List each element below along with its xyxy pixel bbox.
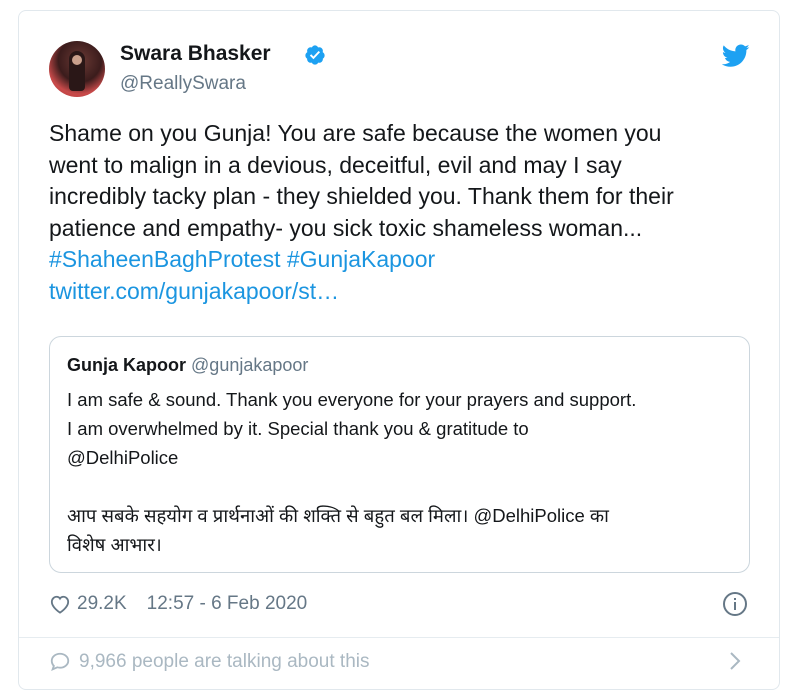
quoted-text-line: I am overwhelmed by it. Special thank yo… [67,418,529,439]
footer-divider [19,637,779,638]
tweet-meta: 29.2K 12:57 - 6 Feb 2020 [49,591,307,617]
tweet-text: Shame on you Gunja! You are safe because… [49,118,759,307]
author-avatar[interactable] [49,41,105,97]
hashtag-links[interactable]: #ShaheenBaghProtest #GunjaKapoor [49,244,759,276]
heart-icon[interactable] [49,594,71,614]
tweet-text-line: incredibly tacky plan - they shielded yo… [49,183,674,209]
like-count[interactable]: 29.2K [77,593,127,615]
twitter-bird-icon[interactable] [722,44,750,68]
avatar-face [72,55,82,65]
quoted-tweet-header: Gunja Kapoor @gunjakapoor [67,355,308,376]
tweet-url-link[interactable]: twitter.com/gunjakapoor/st… [49,276,759,308]
author-handle[interactable]: @ReallySwara [120,73,246,95]
quoted-tweet-text: I am safe & sound. Thank you everyone fo… [67,385,747,559]
tweet-text-line: went to malign in a devious, deceitful, … [49,151,622,178]
quoted-hindi-line: विशेष आभार। [67,534,162,555]
reply-bubble-icon [50,652,70,671]
quoted-author-handle: @gunjakapoor [191,355,309,375]
tweet-text-line: patience and empathy- you sick toxic sha… [49,214,643,241]
chevron-right-icon[interactable] [728,650,742,672]
conversation-footer[interactable]: 9,966 people are talking about this [49,651,370,673]
quoted-author-name: Gunja Kapoor [67,355,187,375]
quoted-text-line: @DelhiPolice [67,447,179,468]
tweet-text-line: Shame on you Gunja! You are safe because… [49,120,662,146]
talking-about-text: 9,966 people are talking about this [79,651,370,672]
author-name[interactable]: Swara Bhasker [120,42,271,66]
quoted-text-line: I am safe & sound. Thank you everyone fo… [67,389,637,410]
quoted-hindi-line: आप सबके सहयोग व प्रार्थनाओं की शक्ति से … [67,505,609,526]
info-icon[interactable] [722,591,748,617]
verified-badge-icon [305,45,325,65]
quoted-tweet[interactable]: Gunja Kapoor @gunjakapoor I am safe & so… [49,336,750,573]
tweet-timestamp[interactable]: 12:57 - 6 Feb 2020 [147,593,308,615]
